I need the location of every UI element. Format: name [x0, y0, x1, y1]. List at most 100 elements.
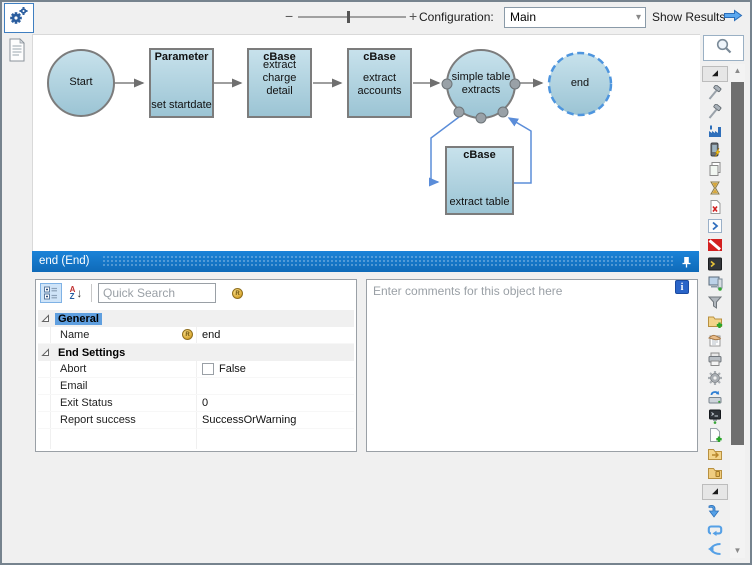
alphabetical-sort-button[interactable]: A Z ↓: [65, 283, 87, 303]
chevron-right-box-icon[interactable]: [707, 216, 723, 235]
terminal-monitor-icon[interactable]: [707, 406, 723, 425]
gears-icon: [8, 5, 30, 32]
document-tab-button[interactable]: [7, 38, 27, 62]
document-delete-icon[interactable]: [707, 197, 723, 216]
collapse-triangle-icon[interactable]: [41, 314, 50, 323]
categorized-view-button[interactable]: [40, 283, 62, 303]
collapse-triangle-icon[interactable]: [41, 348, 50, 357]
contract-sign-icon[interactable]: [707, 330, 723, 349]
titlebar-texture: [102, 255, 675, 268]
hammer-icon[interactable]: [707, 83, 723, 102]
flow-diagram: [47, 48, 613, 215]
info-button[interactable]: i: [675, 280, 689, 294]
console-icon[interactable]: [707, 254, 723, 273]
mobile-flash-icon[interactable]: [707, 140, 723, 159]
property-label: Report success: [60, 414, 136, 426]
left-tab-strip: [2, 33, 32, 563]
flow-canvas[interactable]: Start Parameter set startdate cBase extr…: [32, 34, 700, 252]
scroll-up-icon[interactable]: ▲: [730, 64, 745, 78]
zoom-slider[interactable]: [298, 11, 406, 23]
hourglass-icon[interactable]: [707, 178, 723, 197]
zoom-slider-handle[interactable]: [347, 11, 350, 23]
connection-point[interactable]: [441, 78, 453, 90]
document-add-icon[interactable]: [707, 425, 723, 444]
chevron-down-icon: ▾: [635, 12, 641, 23]
property-value[interactable]: 0: [202, 397, 208, 409]
factory-icon[interactable]: [707, 121, 723, 140]
category-general[interactable]: General: [38, 310, 354, 327]
configuration-select[interactable]: Main ▾: [504, 7, 646, 28]
tools-sidebar: ▲ ▼: [700, 33, 749, 561]
printer-icon[interactable]: [707, 349, 723, 368]
property-row-name[interactable]: Name end: [38, 327, 354, 344]
scroll-down-icon[interactable]: ▼: [730, 544, 745, 558]
category-end-settings[interactable]: End Settings: [38, 344, 354, 361]
properties-panel-titlebar[interactable]: end (End): [32, 251, 699, 272]
drive-sync-icon[interactable]: [707, 387, 723, 406]
document-icon: [7, 38, 27, 66]
row-gutter: [38, 327, 51, 343]
property-label: Exit Status: [60, 397, 113, 409]
folder-closed-icon[interactable]: [707, 463, 723, 482]
copy-pages-icon[interactable]: [707, 159, 723, 178]
abort-checkbox[interactable]: [202, 363, 214, 375]
comments-box: [366, 279, 698, 452]
configuration-value: Main: [510, 10, 537, 24]
node-parameter-shape[interactable]: [149, 48, 214, 118]
category-label: General: [55, 312, 102, 325]
node-start-shape[interactable]: [47, 49, 115, 117]
property-label: Abort: [60, 363, 87, 375]
magnifier-icon: [715, 37, 733, 60]
row-gutter: [38, 412, 51, 428]
node-cbase-accounts-shape[interactable]: [347, 48, 412, 118]
connection-point[interactable]: [509, 78, 521, 90]
application-window: − + Configuration: Main ▾ Show Results S…: [0, 0, 752, 565]
property-grid-rows: General Name end End Settings Abort False Emai…: [38, 310, 354, 449]
tool-search-box[interactable]: [703, 35, 744, 61]
top-toolbar: − + Configuration: Main ▾ Show Results: [2, 2, 750, 33]
node-end-shape[interactable]: [547, 51, 613, 117]
property-value[interactable]: end: [202, 329, 220, 341]
show-results-link[interactable]: Show Results: [652, 10, 725, 24]
property-row-email[interactable]: Email: [38, 378, 354, 395]
row-gutter: [38, 378, 51, 394]
folder-add-icon[interactable]: [707, 311, 723, 330]
coin-icon: [232, 288, 243, 299]
properties-area: AZ↓ General Name end End Settings Abort False…: [32, 272, 699, 559]
property-grid-toolbar: A Z ↓: [36, 280, 356, 308]
zoom-in-label[interactable]: +: [409, 8, 417, 24]
pointer-icon[interactable]: [702, 66, 728, 82]
computer-network-icon[interactable]: [707, 273, 723, 292]
connection-point[interactable]: [453, 106, 465, 118]
node-cbase-table-shape[interactable]: [445, 146, 514, 215]
property-value[interactable]: SuccessOrWarning: [202, 414, 296, 426]
category-label: End Settings: [58, 346, 126, 359]
no-entry-icon[interactable]: [707, 235, 723, 254]
gear-icon[interactable]: [707, 368, 723, 387]
panel-title-text: end (End): [39, 255, 90, 267]
connection-point[interactable]: [497, 106, 509, 118]
zoom-out-label[interactable]: −: [285, 8, 293, 24]
hammer-2-icon[interactable]: [707, 102, 723, 121]
scrollbar-thumb[interactable]: [731, 82, 744, 445]
branch-split-icon[interactable]: [707, 539, 723, 558]
connection-point[interactable]: [475, 112, 487, 124]
property-row-report-success[interactable]: Report success SuccessOrWarning: [38, 412, 354, 429]
node-cbase-charge-shape[interactable]: [247, 48, 312, 118]
show-results-arrow-icon[interactable]: [723, 9, 743, 27]
loop-repeat-icon[interactable]: [707, 520, 723, 539]
property-label: Name: [60, 329, 90, 341]
comments-input[interactable]: [367, 280, 697, 451]
property-value[interactable]: False: [219, 363, 246, 375]
process-tab-button[interactable]: [4, 3, 34, 33]
configuration-label: Configuration:: [419, 10, 494, 24]
filter-funnel-icon[interactable]: [707, 292, 723, 311]
tools-scrollbar[interactable]: ▲ ▼: [730, 64, 745, 558]
arrow-down-join-icon[interactable]: [707, 501, 723, 520]
toolbar-separator: [91, 284, 92, 302]
property-row-exit-status[interactable]: Exit Status 0: [38, 395, 354, 412]
quick-search-input[interactable]: [98, 283, 216, 303]
property-row-abort[interactable]: Abort False: [38, 361, 354, 378]
pointer-2-icon[interactable]: [702, 484, 728, 500]
folder-export-icon[interactable]: [707, 444, 723, 463]
